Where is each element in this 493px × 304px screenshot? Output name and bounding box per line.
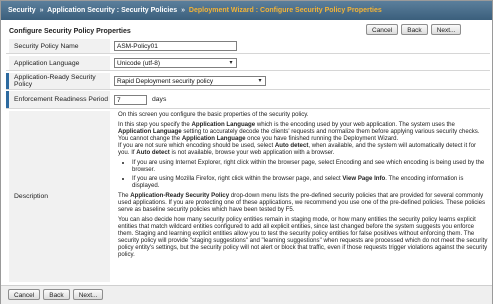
- row-application-language: Application Language Unicode (utf-8) ▾: [6, 56, 490, 71]
- row-application-ready-policy: Application-Ready Security Policy Rapid …: [6, 73, 490, 90]
- breadcrumb-current-page: Deployment Wizard : Configure Security P…: [188, 7, 382, 14]
- section-title: Configure Security Policy Properties: [9, 28, 131, 35]
- enforcement-days-unit: days: [152, 96, 167, 103]
- row-enforcement-readiness: Enforcement Readiness Period 7 days: [6, 91, 490, 109]
- chevron-down-icon: ▾: [258, 78, 262, 84]
- application-language-value: Unicode (utf-8): [117, 60, 160, 67]
- back-button-top[interactable]: Back: [401, 24, 428, 35]
- application-ready-policy-select[interactable]: Rapid Deployment security policy ▾: [114, 76, 266, 86]
- list-item: If you are using Mozilla Firefox, right …: [132, 175, 488, 189]
- description-paragraph: On this screen you configure the basic p…: [118, 111, 309, 118]
- description-paragraph: You can also decide how many security po…: [118, 216, 488, 258]
- cancel-button-bottom[interactable]: Cancel: [8, 289, 41, 300]
- application-ready-policy-value: Rapid Deployment security policy: [117, 78, 214, 85]
- bottom-button-group: Cancel Back Next...: [8, 289, 104, 300]
- description-paragraph: In this step you specify the Application…: [118, 121, 480, 156]
- breadcrumb-security[interactable]: Security: [8, 7, 36, 14]
- description-text: On this screen you configure the basic p…: [118, 111, 488, 261]
- description-list: If you are using Internet Explorer, righ…: [118, 159, 488, 189]
- next-button-top[interactable]: Next...: [430, 24, 462, 35]
- breadcrumb-separator: »: [39, 7, 44, 14]
- window-frame: Security » Application Security : Securi…: [0, 0, 493, 304]
- top-button-group: Cancel Back Next...: [366, 24, 462, 35]
- application-ready-policy-label: Application-Ready Security Policy: [6, 73, 110, 89]
- application-language-label: Application Language: [6, 56, 110, 70]
- chevron-down-icon: ▾: [229, 60, 233, 66]
- list-item: If you are using Internet Explorer, righ…: [132, 159, 488, 173]
- breadcrumb-separator: »: [181, 7, 185, 14]
- enforcement-readiness-label: Enforcement Readiness Period: [6, 91, 110, 108]
- description-label: Description: [6, 111, 110, 282]
- next-button-bottom[interactable]: Next...: [72, 289, 104, 300]
- row-description: Description On this screen you configure…: [6, 111, 490, 282]
- breadcrumb-application-security[interactable]: Application Security : Security Policies: [47, 7, 177, 14]
- bottom-button-bar: Cancel Back Next...: [1, 285, 492, 304]
- row-policy-name: Security Policy Name ASM-Policy01: [6, 39, 490, 54]
- breadcrumb: Security » Application Security : Securi…: [8, 1, 382, 20]
- description-paragraph: The Application-Ready Security Policy dr…: [118, 192, 486, 213]
- policy-name-input[interactable]: ASM-Policy01: [114, 41, 237, 51]
- back-button-bottom[interactable]: Back: [43, 289, 70, 300]
- application-language-select[interactable]: Unicode (utf-8) ▾: [114, 58, 237, 68]
- breadcrumb-bar: Security » Application Security : Securi…: [1, 1, 492, 20]
- cancel-button-top[interactable]: Cancel: [366, 24, 399, 35]
- policy-name-label: Security Policy Name: [6, 39, 110, 53]
- enforcement-readiness-input[interactable]: 7: [114, 95, 147, 105]
